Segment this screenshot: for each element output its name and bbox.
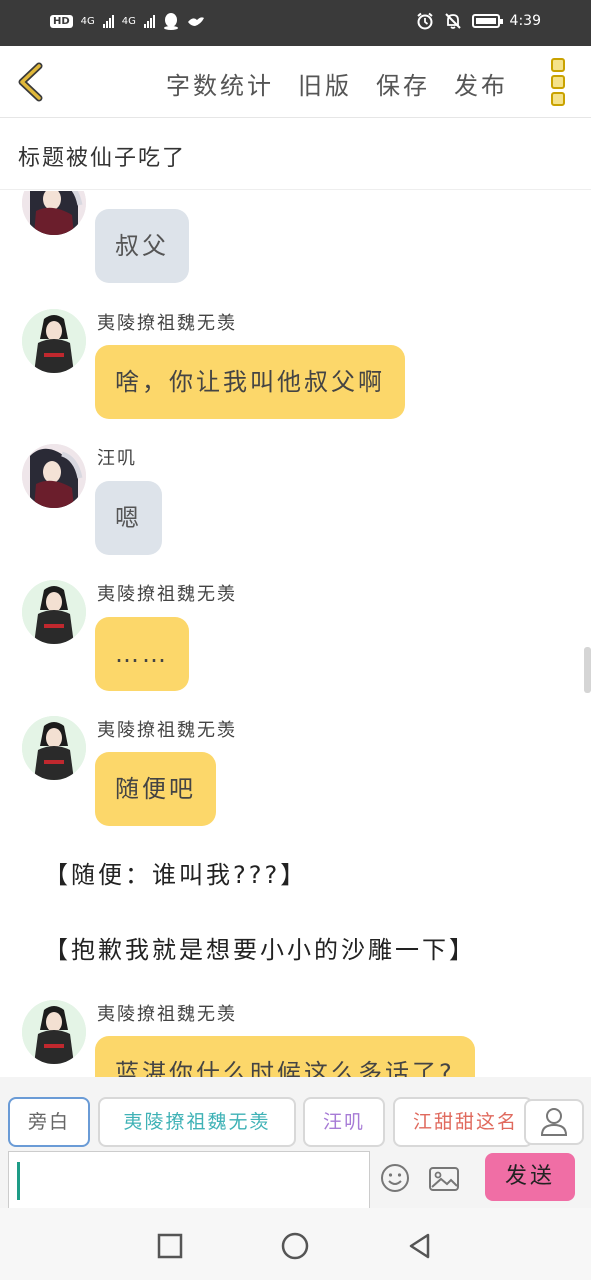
system-nav-bar bbox=[0, 1208, 591, 1280]
title-field[interactable]: 标题被仙子吃了 bbox=[0, 118, 591, 190]
scrollbar-thumb[interactable] bbox=[584, 647, 591, 693]
emoji-button[interactable] bbox=[380, 1163, 410, 1193]
home-button[interactable] bbox=[281, 1232, 309, 1260]
sim2-label: 4G bbox=[121, 15, 136, 27]
text-caret bbox=[17, 1162, 20, 1200]
chevron-left-icon bbox=[18, 62, 43, 102]
avatar-wangji[interactable] bbox=[22, 444, 86, 508]
old-version-button[interactable]: 旧版 bbox=[298, 66, 352, 101]
status-left: HD 4G 4G bbox=[50, 12, 205, 30]
image-button[interactable] bbox=[428, 1165, 460, 1193]
avatar-wei-wuxian[interactable] bbox=[22, 309, 86, 373]
mute-icon bbox=[444, 13, 461, 29]
speaker-name: 夷陵撩祖魏无羡 bbox=[97, 720, 237, 741]
message-bubble[interactable]: 蓝湛你什么时候这么多话了? bbox=[95, 1036, 475, 1077]
add-role-button[interactable] bbox=[524, 1099, 584, 1145]
save-button[interactable]: 保存 bbox=[376, 66, 430, 101]
hd-badge: HD bbox=[50, 14, 73, 28]
speaker-name: 汪叽 bbox=[97, 448, 137, 469]
chat-area[interactable]: 叔父 夷陵撩祖魏无羡 啥，你让我叫他叔父啊 汪叽 嗯 夷陵撩祖魏无羡 …… 夷陵… bbox=[0, 191, 591, 1077]
recent-apps-icon bbox=[157, 1233, 183, 1259]
story-title: 标题被仙子吃了 bbox=[18, 146, 187, 171]
top-toolbar: 字数统计 旧版 保存 发布 bbox=[0, 46, 591, 118]
recent-apps-button[interactable] bbox=[156, 1232, 184, 1260]
signal-icon bbox=[102, 14, 114, 28]
alarm-icon bbox=[416, 12, 433, 30]
message-input[interactable] bbox=[8, 1151, 370, 1208]
back-button[interactable] bbox=[10, 60, 54, 104]
speaker-name: 夷陵撩祖魏无羡 bbox=[97, 1004, 237, 1025]
avatar-wangji[interactable] bbox=[22, 191, 86, 235]
role-wei-button[interactable]: 夷陵撩祖魏无羡 bbox=[98, 1097, 296, 1147]
message-bubble[interactable]: 啥，你让我叫他叔父啊 bbox=[95, 345, 405, 419]
narration-line[interactable]: 【抱歉我就是想要小小的沙雕一下】 bbox=[44, 930, 476, 965]
smiley-icon bbox=[381, 1164, 409, 1192]
role-selector: 旁白 夷陵撩祖魏无羡 汪叽 江甜甜这名 bbox=[0, 1077, 591, 1147]
status-bar: HD 4G 4G 4:39 bbox=[0, 0, 591, 46]
publish-button[interactable]: 发布 bbox=[454, 66, 508, 101]
message-bubble[interactable]: 随便吧 bbox=[95, 752, 216, 826]
send-button[interactable]: 发送 bbox=[485, 1153, 575, 1201]
word-count-button[interactable]: 字数统计 bbox=[166, 66, 274, 101]
back-nav-button[interactable] bbox=[406, 1232, 434, 1260]
sim1-label: 4G bbox=[80, 15, 95, 27]
user-icon bbox=[540, 1108, 568, 1136]
character-avatar-image bbox=[22, 580, 86, 644]
role-jiang-button[interactable]: 江甜甜这名 bbox=[393, 1097, 533, 1147]
composer: 发送 bbox=[0, 1147, 591, 1208]
avatar-wei-wuxian[interactable] bbox=[22, 1000, 86, 1064]
message-bubble[interactable]: 叔父 bbox=[95, 209, 189, 283]
signal-icon-2 bbox=[143, 14, 155, 28]
more-vertical-icon[interactable] bbox=[548, 58, 568, 106]
avatar-wei-wuxian[interactable] bbox=[22, 716, 86, 780]
message-bubble[interactable]: 嗯 bbox=[95, 481, 162, 555]
home-icon bbox=[281, 1232, 309, 1260]
message-bubble[interactable]: …… bbox=[95, 617, 189, 691]
bird-icon bbox=[187, 17, 204, 26]
character-avatar-image bbox=[22, 191, 86, 235]
back-triangle-icon bbox=[409, 1233, 430, 1259]
battery-icon bbox=[471, 14, 503, 28]
toolbar-links: 字数统计 旧版 保存 发布 bbox=[166, 66, 508, 101]
character-avatar-image bbox=[22, 1000, 86, 1064]
character-avatar-image bbox=[22, 444, 86, 508]
role-wang-button[interactable]: 汪叽 bbox=[303, 1097, 385, 1147]
role-narration-button[interactable]: 旁白 bbox=[8, 1097, 90, 1147]
character-avatar-image bbox=[22, 309, 86, 373]
speaker-name: 夷陵撩祖魏无羡 bbox=[97, 313, 237, 334]
status-right: 4:39 bbox=[416, 12, 541, 30]
clock: 4:39 bbox=[509, 13, 541, 29]
character-avatar-image bbox=[22, 716, 86, 780]
speaker-name: 夷陵撩祖魏无羡 bbox=[97, 584, 237, 605]
qq-icon bbox=[163, 13, 178, 30]
avatar-wei-wuxian[interactable] bbox=[22, 580, 86, 644]
narration-line[interactable]: 【随便：谁叫我???】 bbox=[44, 855, 307, 890]
image-icon bbox=[429, 1167, 459, 1191]
